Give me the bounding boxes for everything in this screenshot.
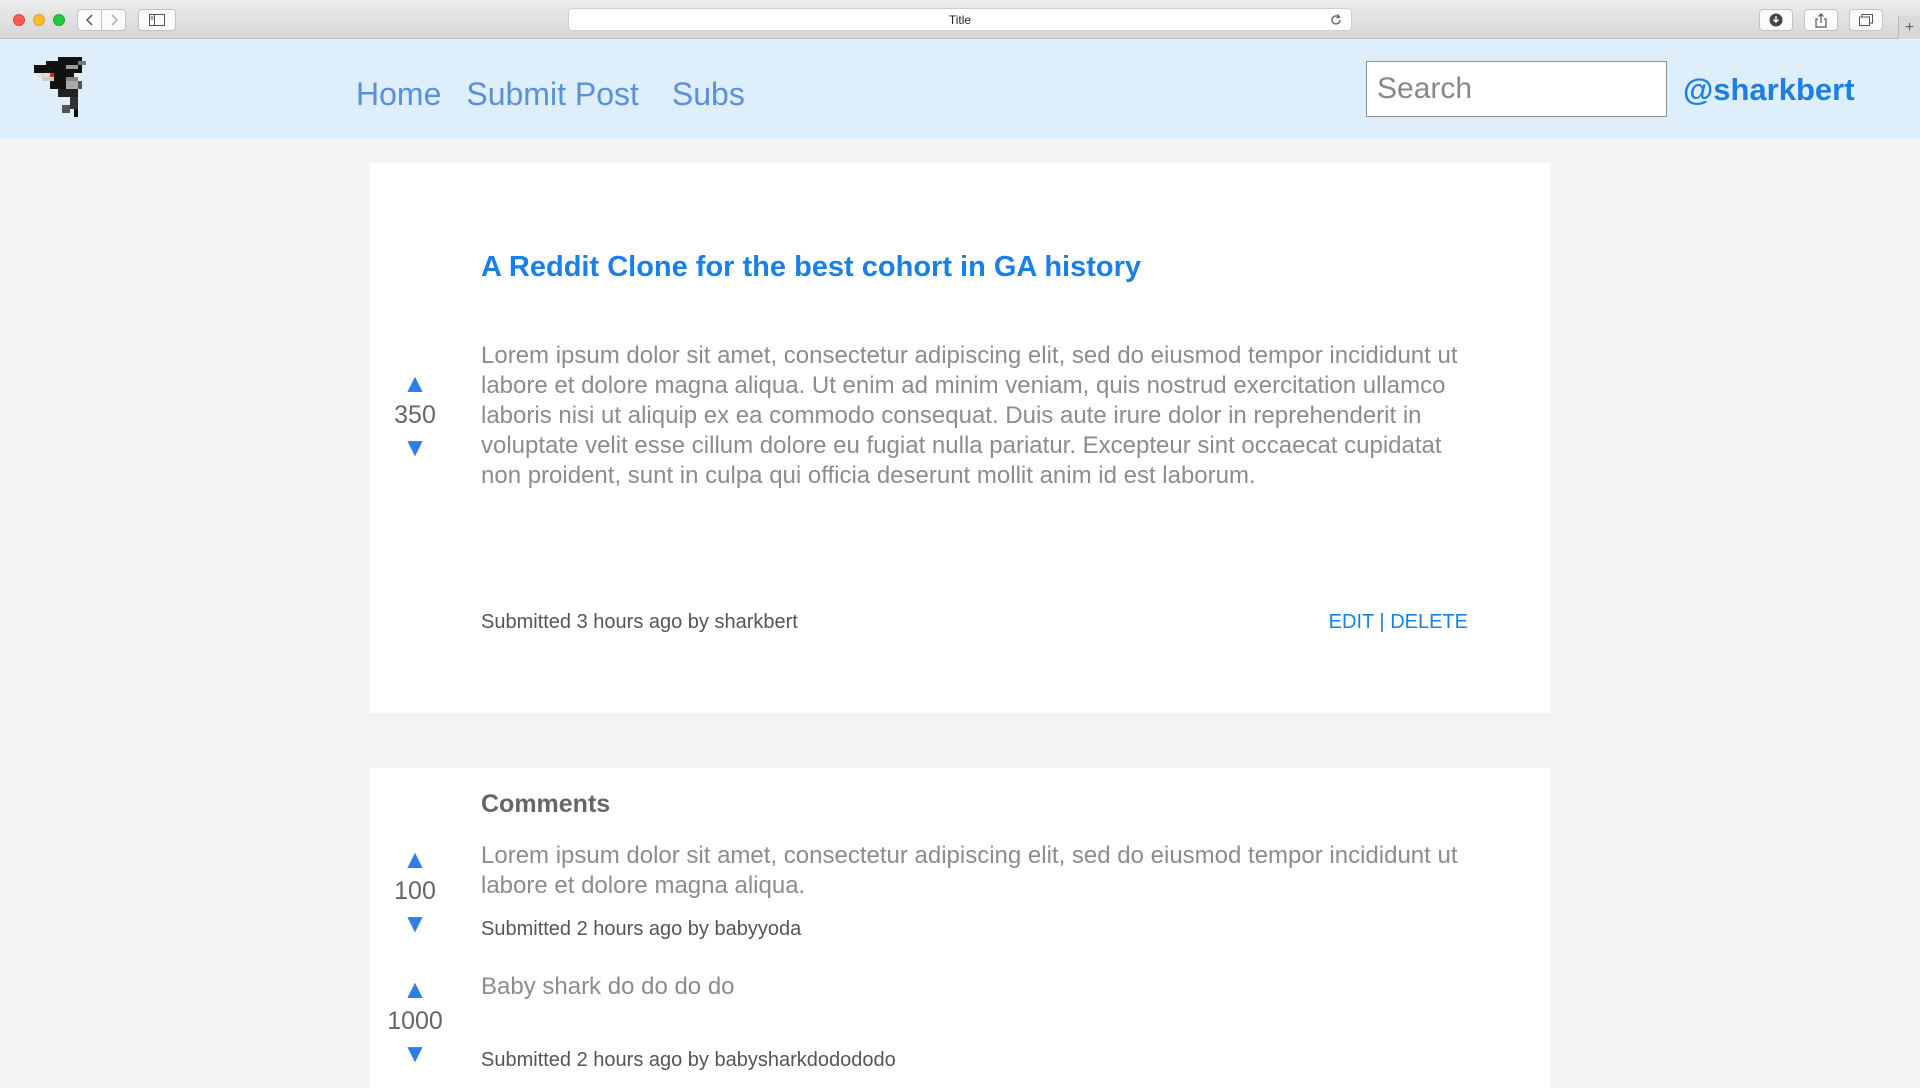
main-nav: Home Submit Post Subs xyxy=(356,74,770,114)
upvote-icon[interactable]: ▲ xyxy=(402,370,428,396)
downloads-button[interactable] xyxy=(1759,9,1793,31)
sidebar-icon xyxy=(149,14,165,26)
chevron-right-icon xyxy=(110,14,118,26)
comment-body: Lorem ipsum dolor sit amet, consectetur … xyxy=(481,842,1458,899)
tabs-icon xyxy=(1859,14,1873,26)
new-tab-button[interactable]: + xyxy=(1898,16,1920,39)
delete-post-link[interactable]: DELETE xyxy=(1390,611,1468,633)
post-body: Lorem ipsum dolor sit amet, consectetur … xyxy=(481,342,1458,489)
plus-icon: + xyxy=(1904,18,1915,36)
nav-link-home[interactable]: Home xyxy=(356,74,441,114)
comments-card: Comments ▲ 100 ▼ Lorem ipsum dolor sit a… xyxy=(370,768,1550,1088)
chevron-left-icon xyxy=(85,14,93,26)
comment-meta: Submitted 2 hours ago by babyyoda xyxy=(481,918,802,940)
post-vote-widget: ▲ 350 ▼ xyxy=(370,370,460,460)
search-input[interactable] xyxy=(1366,61,1667,117)
page-title: Title xyxy=(948,12,972,27)
comment-meta: Submitted 2 hours ago by babysharkdododo… xyxy=(481,1049,896,1071)
close-window-button[interactable] xyxy=(13,14,25,26)
comment-body: Baby shark do do do do xyxy=(481,973,735,1000)
minimize-window-button[interactable] xyxy=(33,14,45,26)
downvote-icon[interactable]: ▼ xyxy=(402,434,428,460)
edit-post-link[interactable]: EDIT xyxy=(1329,611,1374,633)
upvote-icon[interactable]: ▲ xyxy=(402,976,428,1002)
share-button[interactable] xyxy=(1804,9,1838,31)
address-bar[interactable]: Title xyxy=(568,8,1352,31)
share-icon xyxy=(1815,12,1827,28)
nav-link-submit-post[interactable]: Submit Post xyxy=(466,74,639,114)
comment-vote-widget: ▲ 100 ▼ xyxy=(370,846,460,936)
browser-toolbar: Title + xyxy=(0,0,1920,39)
comments-heading: Comments xyxy=(481,790,611,818)
post-actions: EDIT | DELETE xyxy=(1329,611,1468,634)
downvote-icon[interactable]: ▼ xyxy=(402,1040,428,1066)
back-button[interactable] xyxy=(78,10,101,30)
history-nav xyxy=(77,9,126,31)
comment-vote-count: 1000 xyxy=(387,1007,443,1035)
maximize-window-button[interactable] xyxy=(53,14,65,26)
forward-button[interactable] xyxy=(101,10,125,30)
reload-icon[interactable] xyxy=(1329,13,1343,27)
comment-vote-widget: ▲ 1000 ▼ xyxy=(370,976,460,1066)
download-icon xyxy=(1769,13,1783,27)
site-header: Home Submit Post Subs @sharkbert xyxy=(0,40,1920,139)
action-separator: | xyxy=(1373,611,1391,633)
downvote-icon[interactable]: ▼ xyxy=(402,910,428,936)
post-card: ▲ 350 ▼ A Reddit Clone for the best coho… xyxy=(370,163,1550,713)
post-title[interactable]: A Reddit Clone for the best cohort in GA… xyxy=(481,251,1141,284)
shark-logo-icon[interactable] xyxy=(34,56,98,122)
post-vote-count: 350 xyxy=(394,401,436,429)
sidebar-toggle-button[interactable] xyxy=(138,9,176,31)
nav-link-subs[interactable]: Subs xyxy=(672,74,745,114)
upvote-icon[interactable]: ▲ xyxy=(402,846,428,872)
comment-vote-count: 100 xyxy=(394,877,436,905)
post-meta: Submitted 3 hours ago by sharkbert xyxy=(481,611,798,633)
user-profile-link[interactable]: @sharkbert xyxy=(1683,70,1855,110)
tabs-overview-button[interactable] xyxy=(1849,9,1883,31)
